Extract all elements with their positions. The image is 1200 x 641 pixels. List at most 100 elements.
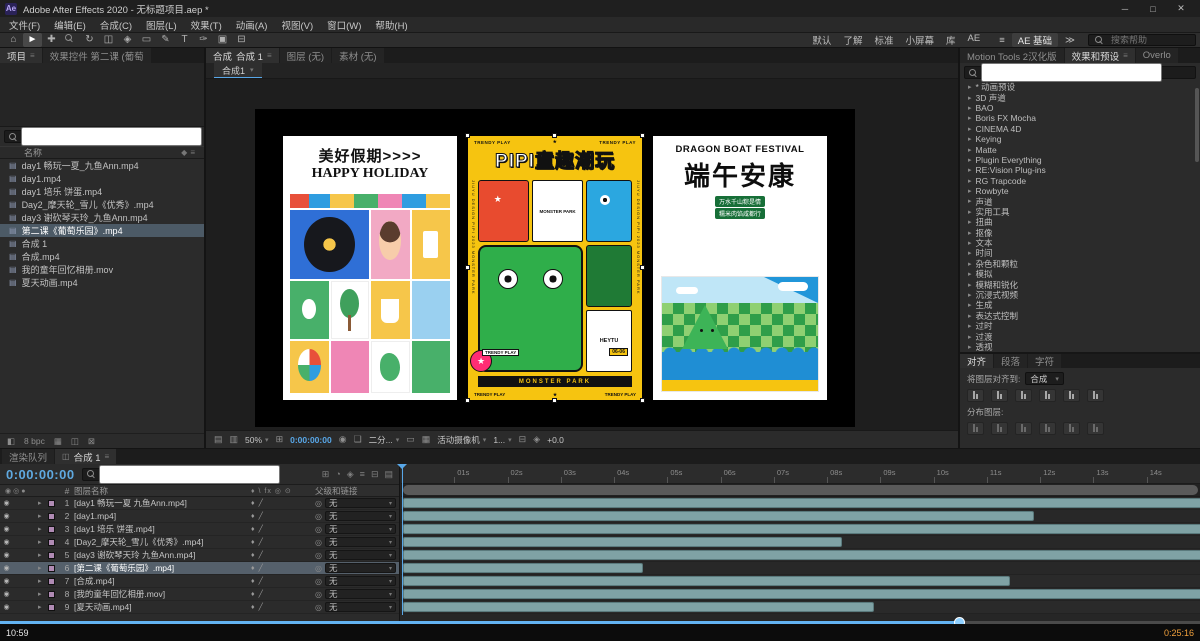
shy-layers-icon[interactable]: ◈ [347, 469, 354, 480]
playhead[interactable] [397, 464, 407, 615]
layer-duration-bar[interactable] [403, 589, 1200, 599]
chevron-right-icon[interactable]: ▸ [968, 249, 972, 257]
label-color-chip[interactable] [48, 603, 55, 611]
selection-handle[interactable] [640, 265, 645, 270]
time-ruler[interactable]: 01s 02s 03s 04s 05s 06s 07s 08s 09s 10s 11s 12s 13s 1… [401, 464, 1200, 484]
effect-category[interactable]: ▸ Plugin Everything [960, 155, 1200, 165]
project-item[interactable]: ▤ day1.mp4 [0, 172, 204, 185]
align-top-button[interactable] [1039, 389, 1056, 402]
chevron-right-icon[interactable]: ▸ [968, 239, 972, 247]
align-v-center-button[interactable] [1063, 389, 1080, 402]
tab-composition[interactable]: 合成 合成 1 ≡ [206, 48, 279, 63]
resolution-dropdown[interactable]: 二分... ▾ [369, 434, 400, 446]
menu-item[interactable]: 编辑(E) [47, 18, 93, 32]
menu-item[interactable]: 动画(A) [229, 18, 275, 32]
twirl-icon[interactable]: ▸ [38, 577, 48, 585]
layer-number-header[interactable]: # [60, 486, 74, 496]
layer-switches[interactable]: ♦╱ [251, 538, 315, 546]
pickwhip-icon[interactable]: ◎ [315, 603, 322, 612]
project-search[interactable] [4, 127, 202, 146]
chevron-right-icon[interactable]: ▸ [968, 104, 972, 112]
twirl-icon[interactable]: ▸ [38, 551, 48, 559]
menu-item[interactable]: 合成(C) [93, 18, 139, 32]
draft-3d-icon[interactable]: ◔ [335, 469, 340, 480]
chevron-right-icon[interactable]: ▸ [968, 187, 972, 195]
label-color-chip[interactable] [48, 512, 55, 520]
tab-footage[interactable]: 素材 (无) [332, 48, 384, 63]
layer-row[interactable]: ◉ ▸ 7 [合成.mp4] ♦╱ ◎ 无 ▾ [0, 575, 399, 588]
parent-dropdown[interactable]: 无 ▾ [324, 498, 396, 508]
layer-duration-bar[interactable] [403, 498, 1200, 508]
chevron-right-icon[interactable]: ▸ [968, 312, 972, 320]
workspace-tab[interactable]: AE [962, 33, 987, 47]
region-of-interest-icon[interactable]: ▭ [406, 434, 415, 445]
effect-category[interactable]: ▸ 实用工具 [960, 207, 1200, 217]
pickwhip-icon[interactable]: ◎ [315, 577, 322, 586]
distribute-v-center-button[interactable] [991, 422, 1008, 435]
effect-category[interactable]: ▸ Rowbyte [960, 186, 1200, 196]
chevron-right-icon[interactable]: ▸ [968, 260, 972, 268]
distribute-top-button[interactable] [967, 422, 984, 435]
layer-switches[interactable]: ♦╱ [251, 551, 315, 559]
eye-icon[interactable]: ◉ [0, 590, 13, 598]
brush-tool-icon[interactable]: ✑ [194, 33, 213, 47]
rotate-tool-icon[interactable]: ↻ [80, 33, 99, 47]
effect-category[interactable]: ▸ Keying [960, 134, 1200, 144]
layer-name-header[interactable]: 图层名称 [74, 485, 251, 497]
chevron-right-icon[interactable]: ▸ [968, 166, 972, 174]
new-comp-icon[interactable]: ◫ [71, 436, 79, 447]
timeline-search[interactable] [81, 464, 280, 484]
maximize-button[interactable]: □ [1139, 0, 1167, 17]
type-tool-icon[interactable]: T [175, 33, 194, 47]
comp-mini-flowchart-icon[interactable]: ⊞ [322, 469, 330, 480]
workspace-tab[interactable]: 小屏幕 [899, 33, 940, 47]
minimize-button[interactable]: ─ [1111, 0, 1139, 17]
timeline-search-input[interactable] [98, 464, 280, 484]
show-snapshot-icon[interactable]: ❏ [354, 434, 362, 445]
eye-icon[interactable]: ◉ [0, 564, 13, 572]
pickwhip-icon[interactable]: ◎ [315, 538, 322, 547]
panel-menu-icon[interactable]: ≡ [267, 51, 272, 60]
project-item[interactable]: ▤ 我的童年回忆相册.mov [0, 263, 204, 276]
layer-row[interactable]: ◉ ▸ 8 [我的童年回忆相册.mov] ♦╱ ◎ 无 ▾ [0, 588, 399, 601]
comp-viewer-tab[interactable]: 合成1 ▾ [214, 63, 262, 78]
selection-handle[interactable] [465, 265, 470, 270]
name-column-header[interactable]: 名称 [24, 146, 42, 159]
effects-scrollbar[interactable] [1195, 88, 1199, 162]
chevron-right-icon[interactable]: ▸ [968, 125, 972, 133]
label-color-chip[interactable] [48, 564, 55, 572]
exposure-value[interactable]: +0.0 [547, 435, 564, 445]
layer-row[interactable]: ◉ ▸ 2 [day1.mp4] ♦╱ ◎ 无 ▾ [0, 510, 399, 523]
home-tool-icon[interactable]: ⌂ [4, 33, 23, 47]
chevron-right-icon[interactable]: ▸ [968, 177, 972, 185]
workspace-tab-active[interactable]: AE 基础 [1011, 33, 1059, 47]
selection-handle[interactable] [465, 133, 470, 138]
eye-icon[interactable]: ◉ [0, 512, 13, 520]
pickwhip-icon[interactable]: ◎ [315, 564, 322, 573]
selection-handle[interactable] [640, 133, 645, 138]
parent-dropdown[interactable]: 无 ▾ [324, 537, 396, 547]
panel-menu-icon[interactable]: ≡ [1123, 51, 1128, 60]
tab-overlord[interactable]: Overlo [1135, 48, 1178, 63]
effect-category[interactable]: ▸ RG Trapcode [960, 176, 1200, 186]
twirl-icon[interactable]: ▸ [38, 564, 48, 572]
label-color-chip[interactable] [48, 577, 55, 585]
playhead-caret[interactable] [397, 464, 407, 474]
pickwhip-icon[interactable]: ◎ [315, 590, 322, 599]
chevron-right-icon[interactable]: ▸ [968, 197, 972, 205]
transparency-grid-icon[interactable]: ▦ [422, 434, 431, 445]
chevron-right-icon[interactable]: ▸ [968, 83, 972, 91]
workspace-tab[interactable]: 标准 [868, 33, 899, 47]
distribute-bottom-button[interactable] [1015, 422, 1032, 435]
fast-previews-icon[interactable]: ◈ [533, 434, 540, 445]
pixel-aspect-icon[interactable]: ⊟ [519, 434, 527, 445]
panel-menu-icon[interactable]: ≡ [30, 51, 35, 60]
pen-tool-icon[interactable]: ✎ [156, 33, 175, 47]
layer-row[interactable]: ◉ ▸ 3 [day1 培乐 饼蛋.mp4] ♦╱ ◎ 无 ▾ [0, 523, 399, 536]
menu-item[interactable]: 窗口(W) [320, 18, 368, 32]
effects-search[interactable] [964, 63, 1196, 82]
label-color-chip[interactable] [48, 538, 55, 546]
selection-handle[interactable] [640, 398, 645, 403]
tab-motion-tools[interactable]: Motion Tools 2汉化版 [960, 48, 1064, 63]
label-color-chip[interactable] [48, 590, 55, 598]
